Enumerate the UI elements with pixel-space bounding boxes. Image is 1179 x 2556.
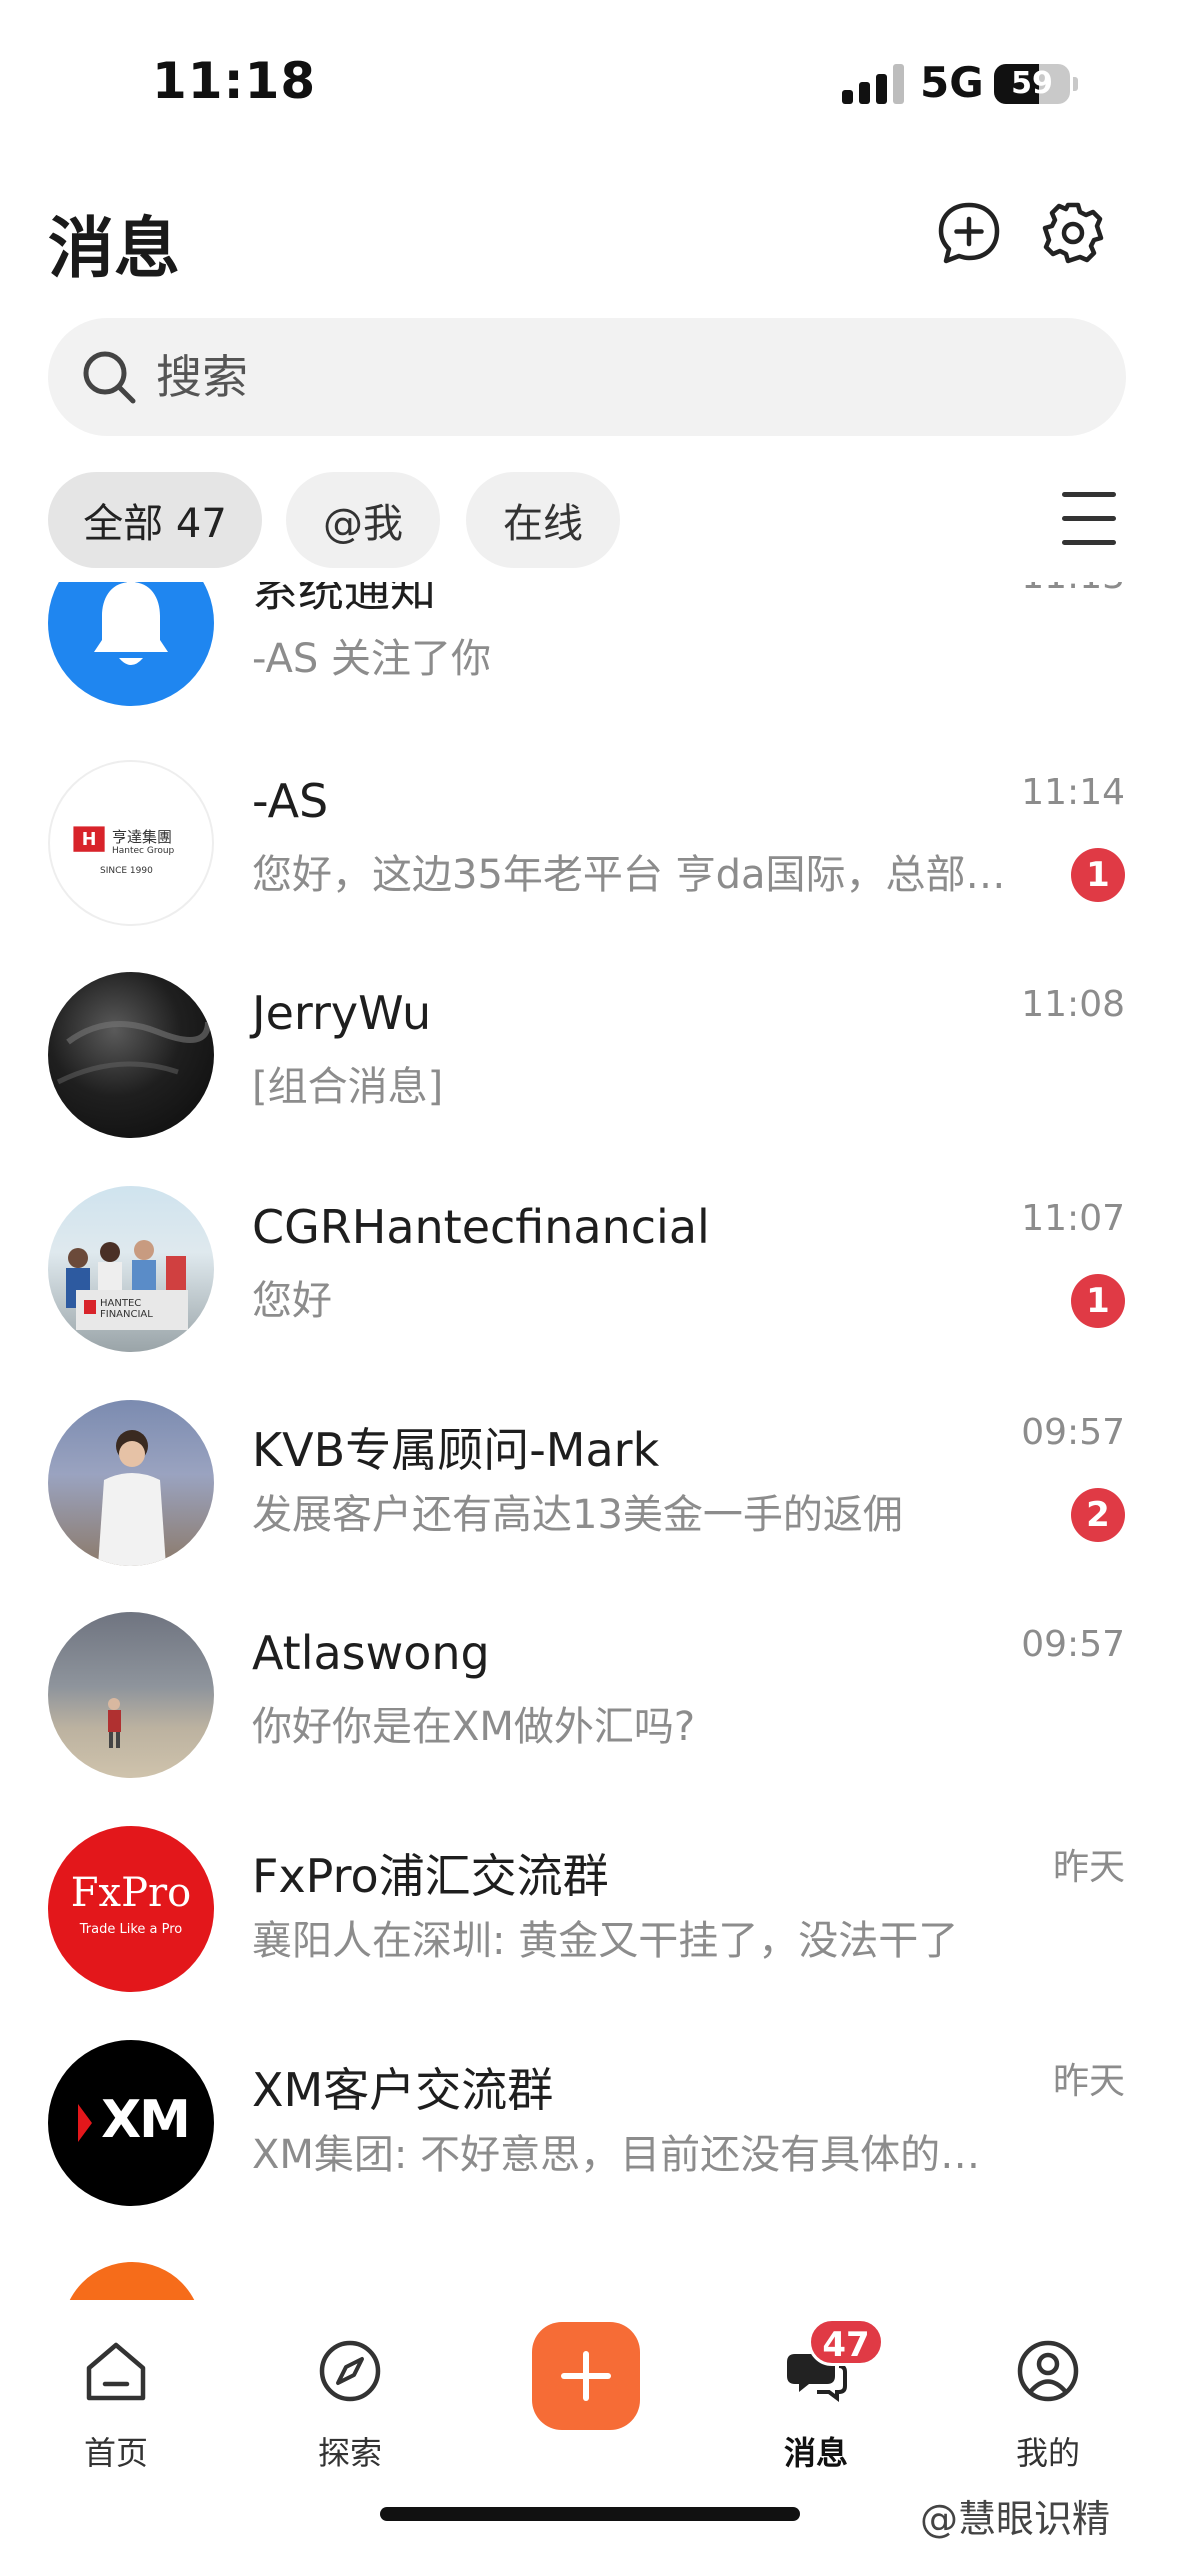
conversation-preview: XM集团: 不好意思，目前还没有具体的消息，请您耐心等待 [252,2132,1012,2178]
fxpro-logo: FxPro [70,1870,192,1916]
conversation-item[interactable]: FxPro Trade Like a Pro FxPro浦汇交流群 襄阳人在深圳… [0,1826,1179,2042]
nav-home[interactable]: 首页 [36,2318,196,2498]
unread-badge: 2 [1071,1488,1125,1542]
filter-mentions-chip[interactable]: @我 [286,472,440,568]
conversation-item[interactable]: HANTEC FINANCIAL CGRHantecfinancial 您好 1… [0,1186,1179,1402]
hantec-sign-text: HANTEC FINANCIAL [100,1298,153,1320]
messages-count-badge: 47 [808,2318,884,2366]
home-icon [86,2342,146,2401]
conversation-time: 11:14 [1021,772,1125,813]
kvb-mark-avatar [48,1400,214,1566]
conversation-time: 09:57 [1021,1624,1125,1665]
search-icon [83,351,136,404]
conversation-time: 11:08 [1021,984,1125,1025]
network-type: 5G [920,58,984,107]
conversation-time: 昨天 [1052,1847,1125,1888]
nav-explore-label: 探索 [317,2434,382,2472]
conversation-time: 11:13 [1021,582,1125,597]
conversation-item[interactable]: XM XM客户交流群 XM集团: 不好意思，目前还没有具体的消息，请您耐心等待 … [0,2040,1179,2256]
bell-icon [94,582,168,665]
nav-messages-label: 消息 [783,2434,848,2472]
fxpro-tagline: Trade Like a Pro [79,1922,183,1937]
conversation-preview: 您好，这边35年老平台 亨da国际，总部在香港，请问您需要了解一下吗 [252,852,1012,898]
chat-plus-icon [938,202,1000,264]
conversation-item[interactable]: JerryWu [组合消息] 11:08 [0,972,1179,1188]
hantec-brand-en: Hantec Group [112,846,175,856]
page-title: 消息 [48,210,180,287]
gear-icon [1042,202,1104,264]
conversation-time: 11:07 [1021,1198,1125,1239]
hantec-brand-cn: 亨達集團 [112,828,173,846]
battery-percent: 59 [1011,66,1053,101]
conversation-name: CGRHantecfinancial [252,1200,710,1254]
conversation-preview: 襄阳人在深圳: 黄金又干挂了，没法干了 [252,1918,959,1964]
conversation-preview: 你好你是在XM做外汇吗? [252,1704,696,1750]
hantec-avatar: H 亨達集團 Hantec Group SINCE 1990 [48,760,214,926]
conversation-item[interactable]: H 亨達集團 Hantec Group SINCE 1990 -AS 您好，这边… [0,760,1179,976]
conversation-name: -AS [252,774,329,828]
conversation-name: KVB专属顾问-Mark [252,1423,660,1477]
fxpro-avatar: FxPro Trade Like a Pro [48,1826,214,1992]
new-chat-button[interactable] [936,200,1002,266]
xm-logo: XM [101,2090,191,2150]
conversation-item[interactable]: Atlaswong 你好你是在XM做外汇吗? 09:57 [0,1612,1179,1828]
compass-icon [319,2340,381,2402]
watermark: @慧眼识精 [920,2497,1111,2541]
plus-icon [561,2351,611,2401]
user-circle-icon [1017,2340,1079,2402]
search-bar[interactable] [48,318,1126,436]
conversation-preview: 发展客户还有高达13美金一手的返佣 [252,1492,903,1538]
settings-button[interactable] [1040,200,1106,266]
conversation-preview: 您好 [252,1278,332,1324]
conversation-time: 09:57 [1021,1412,1125,1453]
next-conversation-avatar [62,2262,202,2300]
status-time: 11:18 [152,52,317,110]
battery-tip [1073,77,1078,91]
conversation-preview: [组合消息] [252,1064,444,1110]
system-notice-avatar [48,582,214,706]
hantec-since: SINCE 1990 [100,866,153,876]
nav-explore[interactable]: 探索 [270,2318,430,2498]
conversation-time: 昨天 [1052,2061,1125,2102]
nav-home-label: 首页 [83,2434,148,2472]
battery-icon: 59 [994,64,1070,104]
conversation-name: 系统通知 [252,582,436,617]
unread-badge: 1 [1071,1274,1125,1328]
status-bar: 11:18 5G 59 [0,0,1179,150]
jerrywu-avatar [48,972,214,1138]
svg-text:H: H [82,830,97,850]
menu-icon[interactable] [1050,488,1132,550]
conversation-name: FxPro浦汇交流群 [252,1849,609,1903]
filter-online-chip[interactable]: 在线 [466,472,620,568]
conversation-preview: -AS 关注了你 [252,636,492,682]
atlaswong-avatar [48,1612,214,1778]
conversation-item[interactable]: KVB专属顾问-Mark 发展客户还有高达13美金一手的返佣 09:57 2 [0,1400,1179,1616]
filter-all-chip[interactable]: 全部 47 [48,472,262,568]
create-post-button[interactable] [532,2322,640,2430]
xm-avatar: XM [48,2040,214,2206]
nav-profile-label: 我的 [1015,2434,1080,2472]
nav-profile[interactable]: 我的 [968,2318,1128,2498]
conversation-name: XM客户交流群 [252,2063,554,2117]
unread-badge: 1 [1071,848,1125,902]
conversation-name: Atlaswong [252,1626,490,1680]
cellular-signal-icon [842,64,904,104]
search-input[interactable] [156,342,1056,412]
cgr-avatar: HANTEC FINANCIAL [48,1186,214,1352]
conversation-name: JerryWu [252,986,432,1040]
home-indicator [380,2507,800,2521]
conversation-list[interactable]: 系统通知 -AS 关注了你 11:13 H 亨達集團 Hantec Group … [0,582,1179,2300]
